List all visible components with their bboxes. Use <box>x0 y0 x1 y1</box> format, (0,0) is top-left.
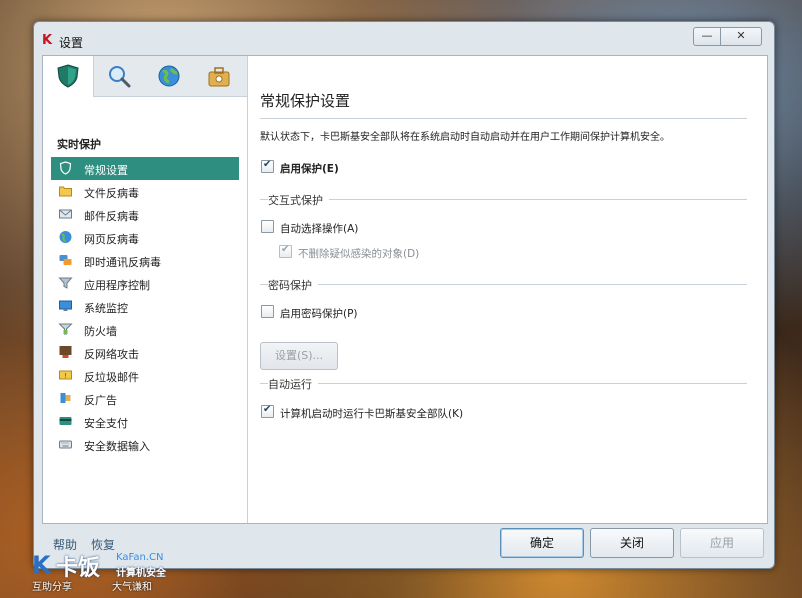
enable-protection-label[interactable]: 启用保护(E) <box>280 161 339 176</box>
kafan-logo-icon: K <box>32 551 51 579</box>
globe-icon <box>59 231 72 243</box>
tab-update[interactable] <box>144 56 194 96</box>
group-divider <box>260 284 747 285</box>
watermark-domain: KaFan.CN <box>116 552 164 563</box>
title-divider <box>260 118 747 119</box>
ok-button[interactable]: 确定 <box>500 528 584 558</box>
keyboard-icon <box>59 440 72 449</box>
close-button[interactable]: 关闭 <box>590 528 674 558</box>
nav-item-web-av[interactable]: 网页反病毒 <box>51 226 239 249</box>
network-attack-icon <box>59 346 72 358</box>
nav-item-label: 常规设置 <box>84 164 128 177</box>
funnel-icon <box>58 277 73 289</box>
anti-banner-icon <box>60 393 71 403</box>
shield-icon <box>59 161 72 175</box>
nav-item-label: 反网络攻击 <box>84 348 139 361</box>
minimize-button[interactable]: — <box>693 27 721 46</box>
section-title-realtime: 实时保护 <box>57 138 101 151</box>
dont-delete-label[interactable]: 不删除疑似感染的对象(D) <box>298 246 419 261</box>
nav-item-label: 即时通讯反病毒 <box>84 256 161 269</box>
nav-item-label: 系统监控 <box>84 302 128 315</box>
nav-item-label: 防火墙 <box>84 325 117 338</box>
nav-item-general[interactable]: 常规设置 <box>51 157 239 180</box>
folder-icon <box>59 186 72 197</box>
watermark-subtitle: 计算机安全 <box>116 568 166 579</box>
nav-item-anti-spam[interactable]: ! 反垃圾邮件 <box>51 364 239 387</box>
tab-tools[interactable] <box>194 56 244 96</box>
sidebar: 实时保护 常规设置 文件反病毒 邮件反病毒 网页反病毒 即时通讯反病毒 应用程序… <box>43 56 248 523</box>
page-title: 常规保护设置 <box>260 92 351 110</box>
spam-icon: ! <box>59 370 72 380</box>
nav-item-label: 安全数据输入 <box>84 440 150 453</box>
payment-card-icon <box>59 417 72 425</box>
settings-panel: 常规保护设置 默认状态下，卡巴斯基安全部队将在系统启动时自动启动并在用户工作期间… <box>248 56 767 523</box>
group-password-heading: 密码保护 <box>268 277 318 293</box>
enable-password-checkbox[interactable] <box>261 305 274 318</box>
chat-icon <box>59 255 72 265</box>
group-divider <box>260 383 747 384</box>
nav-item-anti-banner[interactable]: 反广告 <box>51 387 239 410</box>
window-title: 设置 <box>59 36 84 50</box>
nav-item-label: 文件反病毒 <box>84 187 139 200</box>
firewall-icon <box>58 323 73 335</box>
description-text: 默认状态下，卡巴斯基安全部队将在系统启动时自动启动并在用户工作期间保护计算机安全… <box>260 132 670 143</box>
nav-item-label: 反广告 <box>84 394 117 407</box>
globe-icon <box>158 65 180 87</box>
enable-password-label[interactable]: 启用密码保护(P) <box>280 306 358 321</box>
magnifier-icon <box>109 66 131 88</box>
auto-action-checkbox[interactable] <box>261 220 274 233</box>
nav-item-file-av[interactable]: 文件反病毒 <box>51 180 239 203</box>
nav-item-label: 反垃圾邮件 <box>84 371 139 384</box>
shield-icon <box>57 64 79 88</box>
close-window-button[interactable]: ✕ <box>721 27 762 46</box>
nav-item-mail-av[interactable]: 邮件反病毒 <box>51 203 239 226</box>
nav-item-safe-money[interactable]: 安全支付 <box>51 410 239 433</box>
envelope-icon <box>59 209 72 219</box>
nav-item-secure-input[interactable]: 安全数据输入 <box>51 433 239 456</box>
kaspersky-logo-icon: K <box>42 33 53 48</box>
kafan-watermark: K 卡饭 KaFan.CN 计算机安全 互助分享 大气谦和 <box>30 550 180 596</box>
tab-protection[interactable] <box>43 56 94 97</box>
nav-item-system-watcher[interactable]: 系统监控 <box>51 295 239 318</box>
nav-item-im-av[interactable]: 即时通讯反病毒 <box>51 249 239 272</box>
group-divider <box>260 199 747 200</box>
autorun-checkbox[interactable] <box>261 404 274 418</box>
autorun-label[interactable]: 计算机启动时运行卡巴斯基安全部队(K) <box>280 406 463 421</box>
settings-window: K 设置 — ✕ 实时保护 常规设置 文件反病毒 邮件反病毒 网页反病毒 即时通… <box>33 21 775 569</box>
settings-nav: 常规设置 文件反病毒 邮件反病毒 网页反病毒 即时通讯反病毒 应用程序控制 系统… <box>51 157 239 456</box>
group-interactive-heading: 交互式保护 <box>268 192 329 208</box>
nav-item-label: 网页反病毒 <box>84 233 139 246</box>
nav-item-network-attack[interactable]: 反网络攻击 <box>51 341 239 364</box>
nav-item-label: 安全支付 <box>84 417 128 430</box>
password-settings-button[interactable]: 设置(S)... <box>260 342 338 370</box>
watermark-motto-left: 互助分享 <box>32 582 72 593</box>
auto-action-label[interactable]: 自动选择操作(A) <box>280 221 358 236</box>
nav-item-label: 应用程序控制 <box>84 279 150 292</box>
apply-button[interactable]: 应用 <box>680 528 764 558</box>
title-bar: K 设置 — ✕ <box>34 22 774 56</box>
client-area: 实时保护 常规设置 文件反病毒 邮件反病毒 网页反病毒 即时通讯反病毒 应用程序… <box>42 55 768 524</box>
toolbox-icon <box>208 67 230 87</box>
category-tabs <box>43 56 247 97</box>
tab-scan[interactable] <box>94 56 144 96</box>
enable-protection-checkbox[interactable] <box>261 159 274 173</box>
nav-item-firewall[interactable]: 防火墙 <box>51 318 239 341</box>
group-autorun-heading: 自动运行 <box>268 376 318 392</box>
svg-text:!: ! <box>64 372 67 380</box>
watermark-motto-right: 大气谦和 <box>112 582 152 593</box>
dont-delete-checkbox[interactable] <box>279 244 292 258</box>
monitor-icon <box>59 300 72 311</box>
nav-item-app-control[interactable]: 应用程序控制 <box>51 272 239 295</box>
nav-item-label: 邮件反病毒 <box>84 210 139 223</box>
